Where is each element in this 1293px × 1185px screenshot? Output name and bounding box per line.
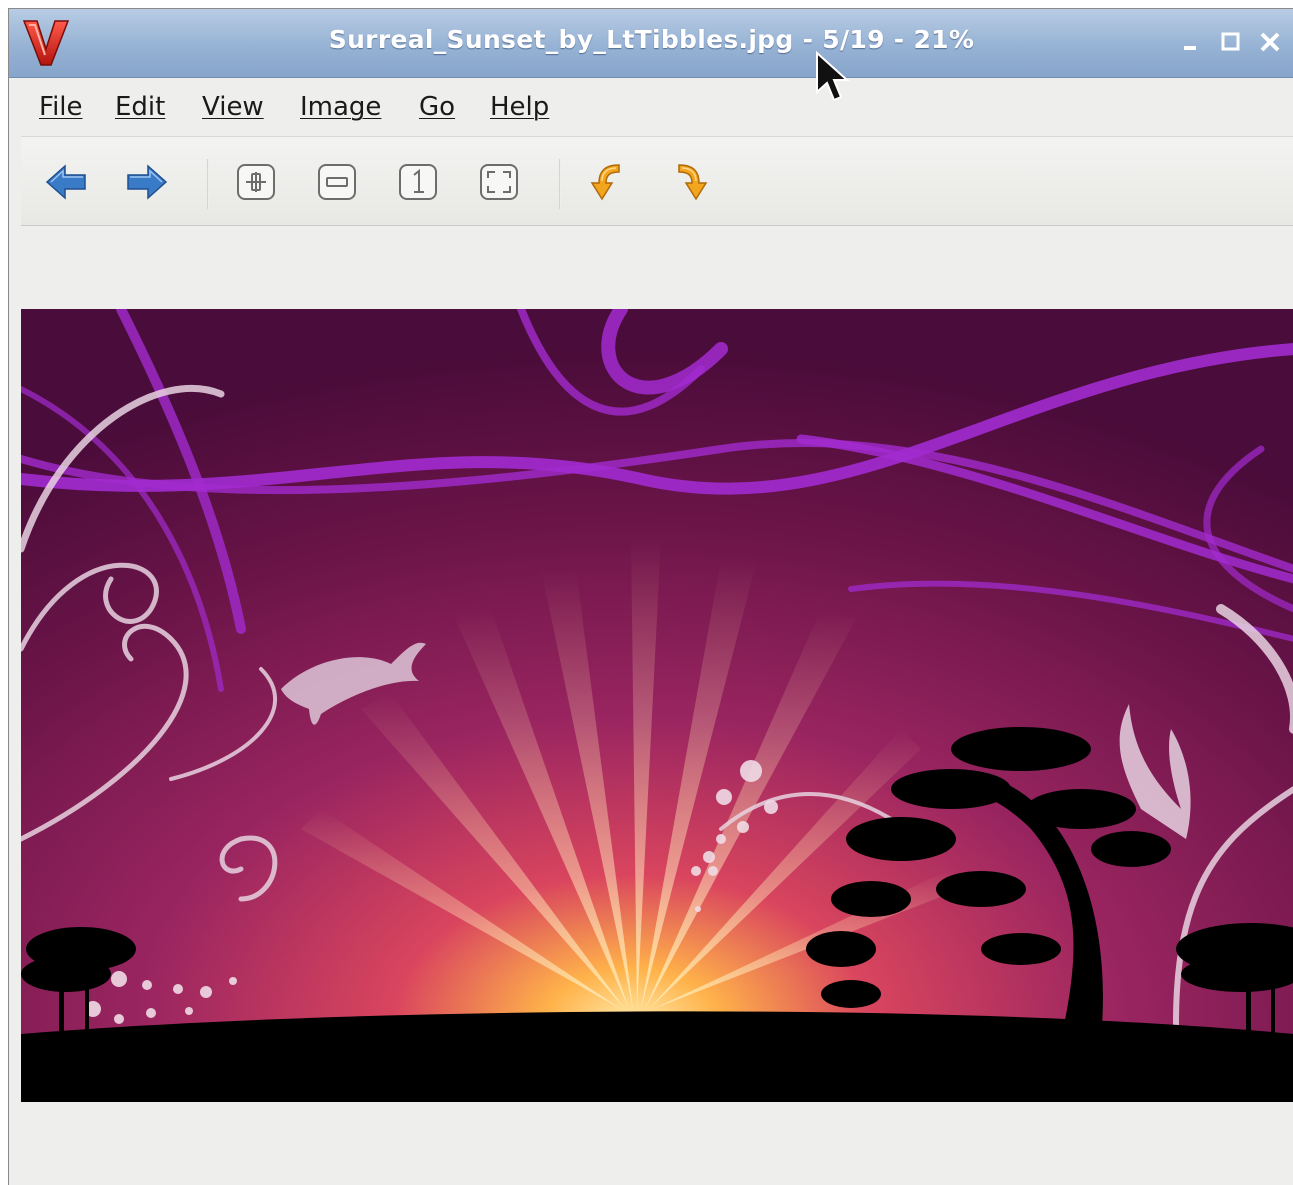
- zoom-normal-icon[interactable]: [395, 159, 441, 205]
- minimize-icon[interactable]: [1180, 31, 1202, 53]
- maximize-icon[interactable]: [1220, 31, 1242, 53]
- window-title: Surreal_Sunset_by_LtTibbles.jpg - 5/19 -…: [328, 25, 975, 54]
- arrow-right-icon[interactable]: [124, 159, 170, 205]
- toolbar-separator: [207, 159, 209, 209]
- zoom-in-icon[interactable]: [233, 159, 279, 205]
- menu-go[interactable]: Go: [419, 92, 455, 122]
- viewer-window: Surreal_Sunset_by_LtTibbles.jpg - 5/19 -…: [8, 8, 1293, 1185]
- menu-image[interactable]: Image: [300, 92, 381, 122]
- toolbar: [21, 137, 1293, 226]
- rotate-left-icon[interactable]: [585, 159, 631, 205]
- zoom-fit-icon[interactable]: [476, 159, 522, 205]
- arrow-left-icon[interactable]: [43, 159, 89, 205]
- menu-view[interactable]: View: [202, 92, 264, 122]
- menu-edit[interactable]: Edit: [115, 92, 165, 122]
- mouse-cursor-icon: [816, 50, 850, 102]
- menu-file[interactable]: File: [39, 92, 83, 122]
- menu-help[interactable]: Help: [490, 92, 549, 122]
- image-viewport[interactable]: [21, 226, 1293, 1185]
- wallpaper-image[interactable]: [21, 309, 1293, 1102]
- zoom-out-icon[interactable]: [314, 159, 360, 205]
- close-icon[interactable]: [1259, 31, 1281, 53]
- rotate-right-icon[interactable]: [667, 159, 713, 205]
- toolbar-separator: [559, 159, 561, 209]
- title-bar[interactable]: Surreal_Sunset_by_LtTibbles.jpg - 5/19 -…: [9, 9, 1293, 78]
- menu-bar: File Edit View Image Go Help: [21, 78, 1293, 137]
